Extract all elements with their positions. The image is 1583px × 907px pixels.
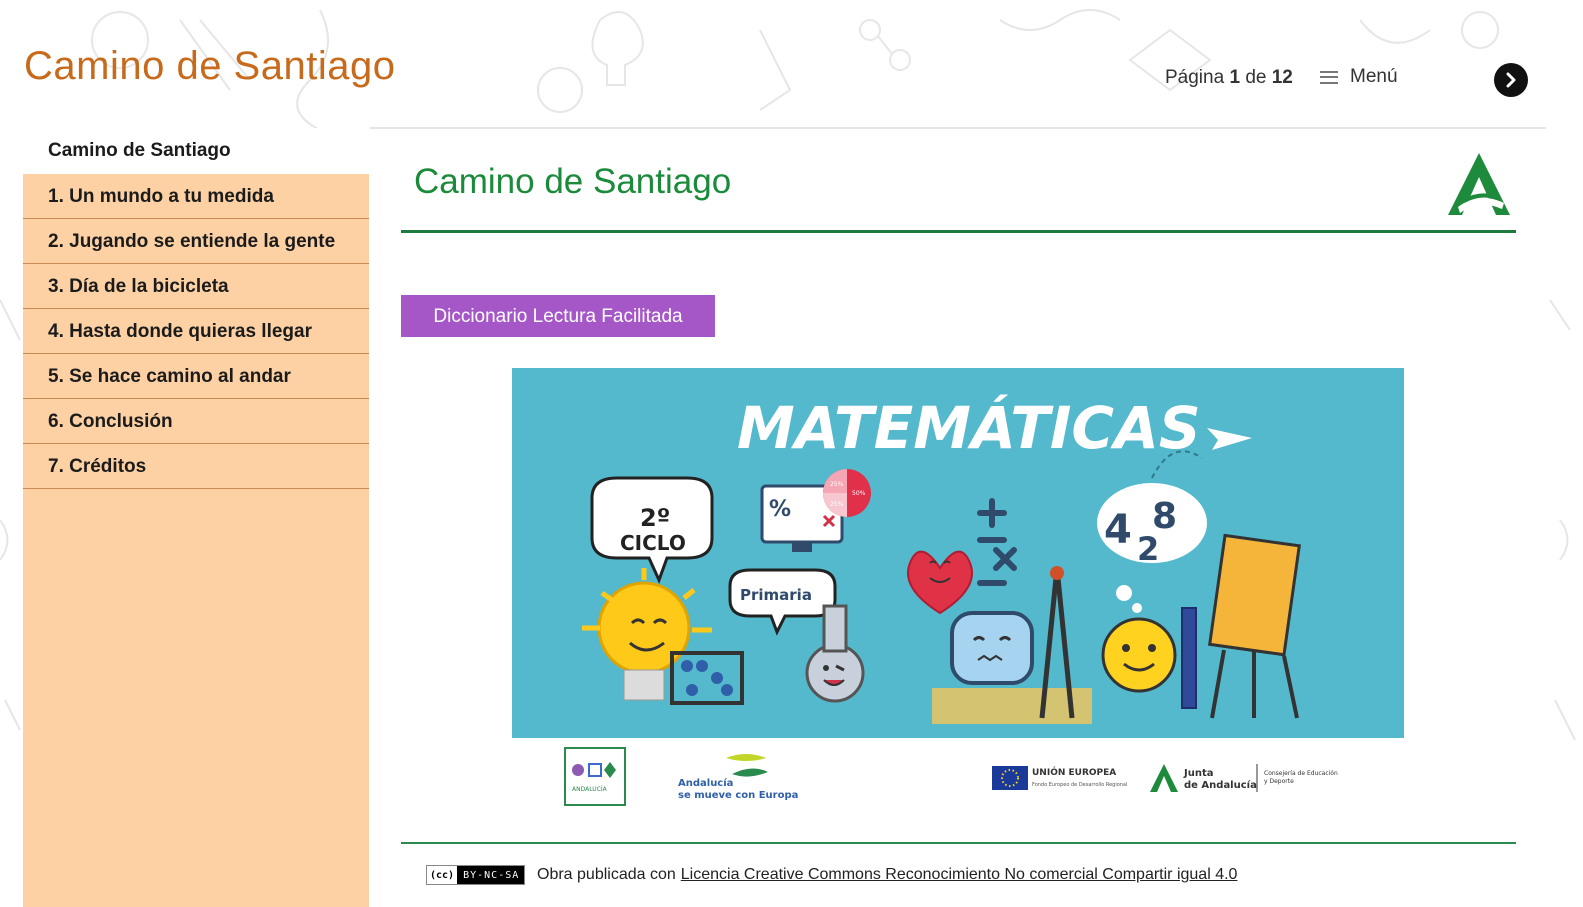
site-title: Camino de Santiago xyxy=(24,44,396,88)
pager-prefix: Página xyxy=(1165,67,1225,88)
header: Camino de Santiago Página 1 de 12 Menú xyxy=(0,0,1583,128)
pager-current: 1 xyxy=(1229,67,1241,88)
cc-badge-cc: (cc) xyxy=(427,866,458,884)
consejeria-line2: y Deporte xyxy=(1264,778,1294,785)
consejeria-line1: Consejería de Educación xyxy=(1264,770,1338,777)
banner-level: Primaria xyxy=(740,586,812,604)
banner-illustration: MATEMÁTICAS 2º CICLO % 25% 50% 25% Prima… xyxy=(582,393,1301,724)
ue-title: UNIÓN EUROPEA xyxy=(1032,766,1116,778)
banner-cycle-word: CICLO xyxy=(620,531,686,555)
andalucia-line2: se mueve con Europa xyxy=(678,790,798,801)
sidebar-nav: Camino de Santiago 1. Un mundo a tu medi… xyxy=(23,128,369,907)
andalucia-line1: Andalucía xyxy=(678,777,733,789)
sidebar-item-3[interactable]: 3. Día de la bicicleta xyxy=(23,264,369,309)
logos-row: ANDALUCÍA Andalucía se mueve con Europa … xyxy=(512,746,1404,810)
sidebar-item-1[interactable]: 1. Un mundo a tu medida xyxy=(23,174,369,219)
cc-badge-by: BY-NC-SA xyxy=(463,869,520,881)
pager-of: de xyxy=(1245,67,1267,88)
menu-button[interactable]: Menú xyxy=(1320,66,1398,88)
partner-logos: ANDALUCÍA Andalucía se mueve con Europa … xyxy=(564,747,1338,806)
menu-label: Menú xyxy=(1350,66,1398,87)
sidebar-item-5[interactable]: 5. Se hace camino al andar xyxy=(23,354,369,399)
license-link[interactable]: Licencia Creative Commons Reconocimiento… xyxy=(681,866,1238,884)
sidebar-item-7[interactable]: 7. Créditos xyxy=(23,444,369,489)
sidebar-item-home[interactable]: Camino de Santiago xyxy=(23,128,369,174)
ue-subtitle: Fondo Europeo de Desarrollo Regional xyxy=(1032,782,1127,788)
chevron-right-icon xyxy=(1506,72,1516,88)
rea-text: ANDALUCÍA xyxy=(572,786,608,793)
banner-pie-label-a: 25% xyxy=(830,481,844,488)
cc-license-badge[interactable]: (cc) BY-NC-SA xyxy=(426,865,525,885)
banner-title: MATEMÁTICAS xyxy=(737,393,1201,462)
footer-divider xyxy=(401,842,1516,844)
license-line: (cc) BY-NC-SA Obra publicada con Licenci… xyxy=(426,865,1237,885)
banner-number-4: 4 xyxy=(1104,507,1132,553)
heading-divider xyxy=(401,230,1516,233)
sidebar-item-4[interactable]: 4. Hasta donde quieras llegar xyxy=(23,309,369,354)
license-prefix: Obra publicada con xyxy=(537,866,676,883)
page-heading: Camino de Santiago xyxy=(414,162,732,201)
banner-number-8: 8 xyxy=(1152,496,1177,537)
junta-line1: Junta xyxy=(1183,768,1214,779)
pager-total: 12 xyxy=(1271,67,1293,88)
banner-cycle-number: 2º xyxy=(640,504,670,532)
main-content: Camino de Santiago Diccionario Lectura F… xyxy=(401,128,1516,907)
dictionary-button[interactable]: Diccionario Lectura Facilitada xyxy=(401,295,715,337)
pager: Página 1 de 12 xyxy=(1165,67,1293,89)
sidebar-item-6[interactable]: 6. Conclusión xyxy=(23,399,369,444)
banner-pie-label-c: 25% xyxy=(830,501,844,508)
matematicas-banner: MATEMÁTICAS 2º CICLO % 25% 50% 25% Prima… xyxy=(512,368,1404,738)
hamburger-icon xyxy=(1320,70,1338,84)
junta-line2: de Andalucía xyxy=(1184,779,1257,791)
banner-percent: % xyxy=(769,497,791,522)
banner-pie-label-b: 50% xyxy=(852,490,866,497)
sidebar-item-2[interactable]: 2. Jugando se entiende la gente xyxy=(23,219,369,264)
junta-andalucia-logo xyxy=(1448,153,1510,215)
next-page-button[interactable] xyxy=(1494,63,1528,97)
